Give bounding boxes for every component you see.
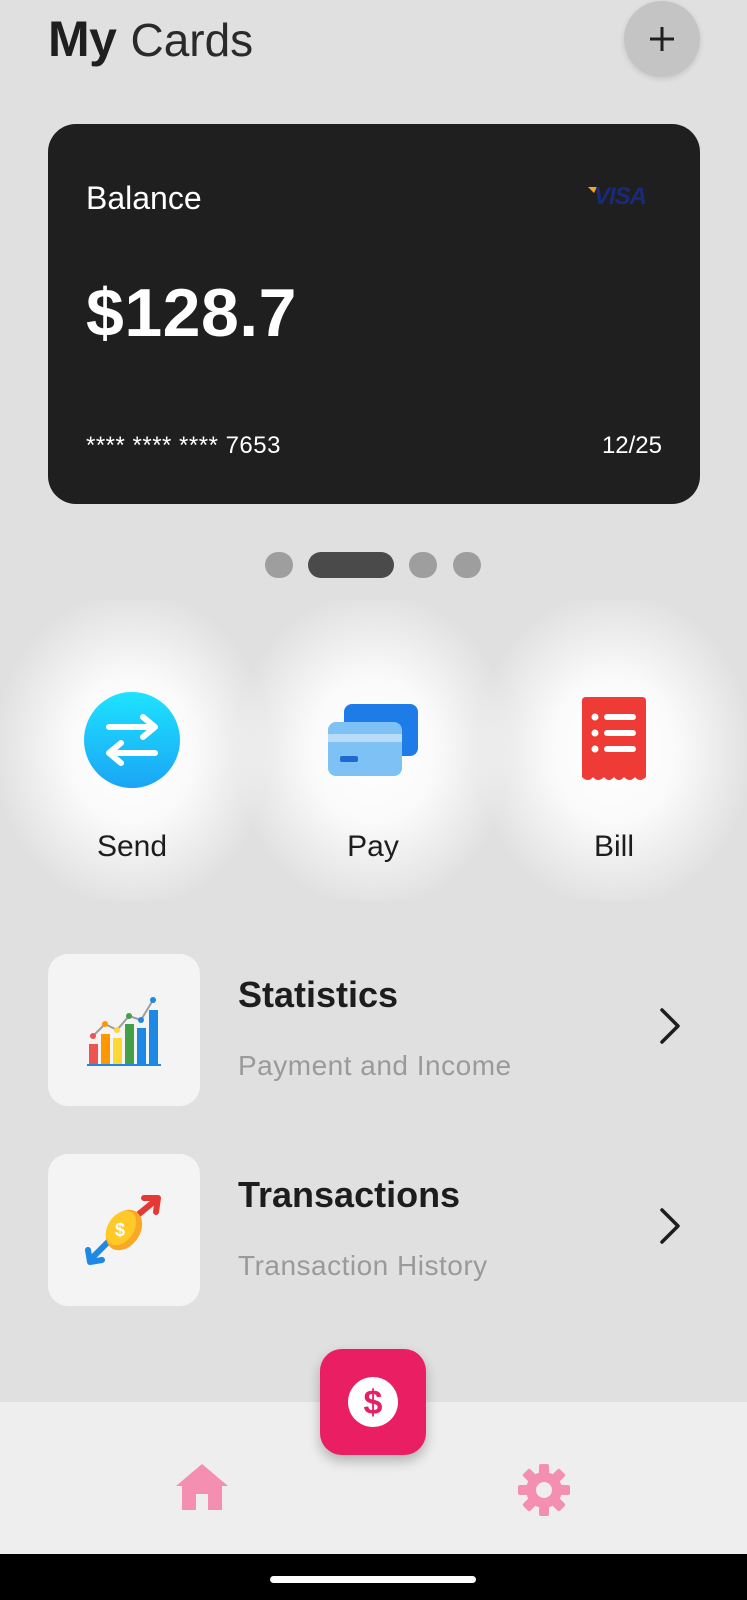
card-pager [0, 552, 747, 578]
nav-settings-button[interactable] [516, 1462, 572, 1523]
pager-dot[interactable] [453, 552, 481, 578]
pager-dot-active[interactable] [308, 552, 394, 578]
page-title-light: Cards [130, 14, 254, 66]
svg-text:$: $ [115, 1220, 125, 1240]
bar-chart-icon [48, 954, 200, 1106]
card-number: **** **** **** 7653 [86, 432, 281, 459]
page-title-bold: My [48, 11, 117, 67]
balance-amount: $128.7 [86, 275, 297, 351]
card-expiry: 12/25 [601, 432, 662, 459]
transactions-title: Transactions [238, 1174, 461, 1215]
money-exchange-icon: $ [48, 1154, 200, 1306]
transactions-subtitle: Transaction History [238, 1250, 488, 1281]
pager-dot[interactable] [409, 552, 437, 578]
page-header: My Cards [48, 10, 253, 70]
bill-button[interactable]: Bill [514, 690, 714, 880]
pager-dot[interactable] [265, 552, 293, 578]
dollar-fab-button[interactable]: $ [320, 1349, 426, 1455]
statistics-title: Statistics [238, 974, 399, 1015]
statistics-subtitle: Payment and Income [238, 1050, 512, 1081]
send-label: Send [96, 830, 168, 863]
balance-card[interactable]: Balance VISA $128.7 **** **** **** 7653 … [48, 124, 700, 504]
bill-label: Bill [593, 830, 634, 863]
credit-card-icon [323, 690, 423, 790]
dollar-icon: $ [348, 1377, 398, 1427]
svg-text:VISA: VISA [594, 183, 646, 208]
add-card-button[interactable] [624, 1, 700, 77]
balance-label: Balance [86, 180, 202, 216]
transfer-arrows-icon [82, 690, 182, 790]
pay-button[interactable]: Pay [273, 690, 473, 880]
chevron-right-icon [660, 1208, 680, 1244]
pay-label: Pay [347, 830, 399, 863]
home-gesture-indicator[interactable] [270, 1576, 476, 1583]
gear-icon [518, 1464, 570, 1516]
send-button[interactable]: Send [32, 690, 232, 880]
chevron-right-icon [660, 1008, 680, 1044]
home-icon [176, 1464, 228, 1510]
transactions-item[interactable]: $ Transactions Transaction History [48, 1154, 708, 1306]
statistics-item[interactable]: Statistics Payment and Income [48, 954, 708, 1106]
visa-logo: VISA [588, 183, 647, 208]
svg-text:$: $ [364, 1384, 383, 1422]
receipt-icon [564, 690, 664, 790]
nav-home-button[interactable] [174, 1462, 230, 1517]
plus-icon [650, 27, 674, 51]
